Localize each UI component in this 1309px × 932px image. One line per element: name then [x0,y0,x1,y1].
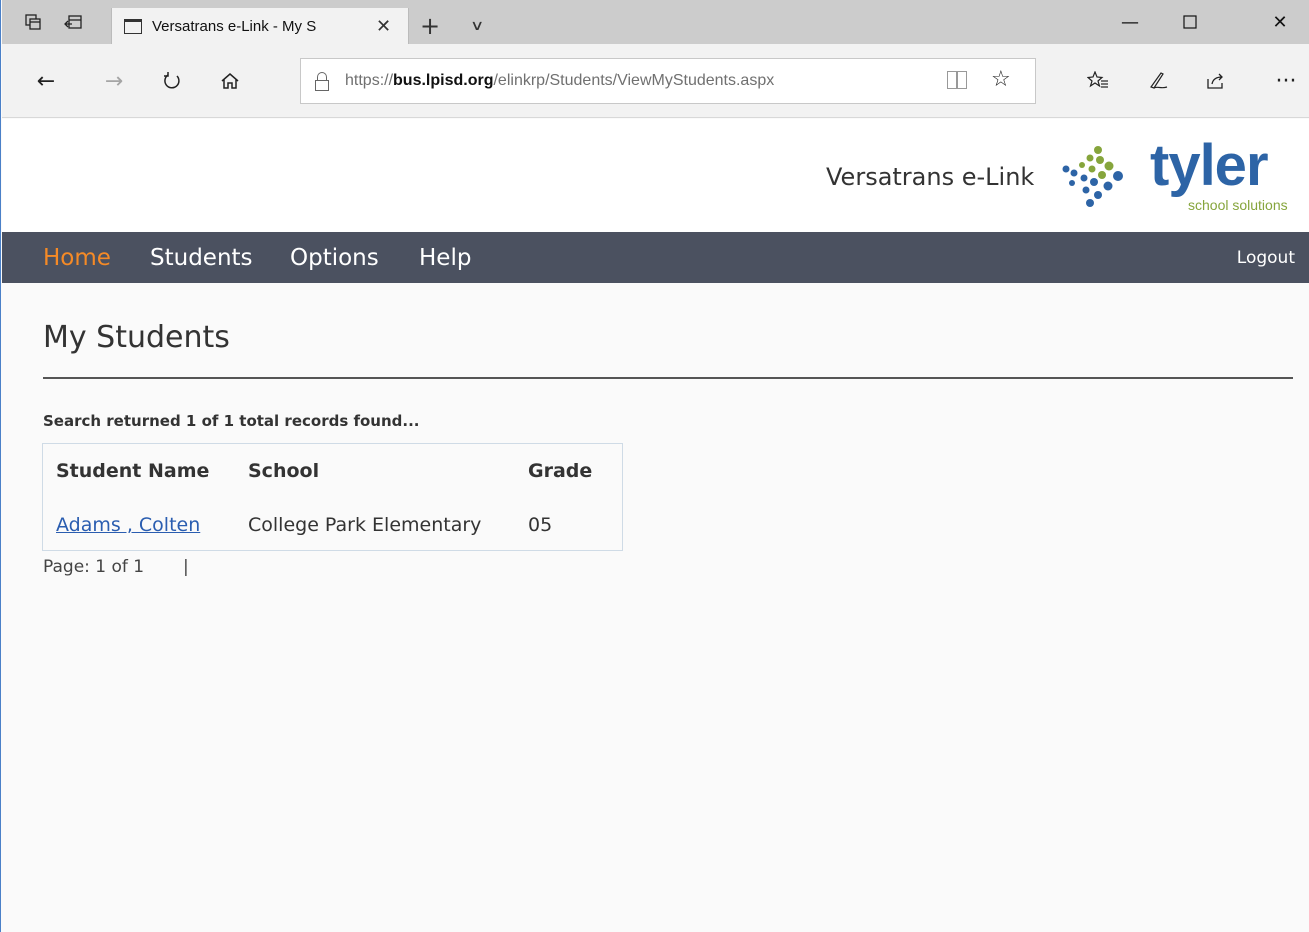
back-tabs-icon[interactable] [56,0,90,44]
close-icon[interactable]: ✕ [376,16,391,37]
back-arrow-icon[interactable]: ← [26,44,66,118]
site-header: Versatrans e-Link tyler school solutions [2,119,1309,232]
column-header-school[interactable]: School [248,460,319,482]
logout-link[interactable]: Logout [1237,232,1295,283]
window-close-icon[interactable]: ✕ [1250,0,1309,44]
title-divider [43,377,1293,379]
forward-arrow-icon[interactable]: → [94,44,134,118]
record-count: Search returned 1 of 1 total records fou… [43,412,420,430]
page-icon [124,18,142,34]
browser-window: Versatrans e-Link - My S ✕ + ∨ — ✕ ← → h… [0,0,1309,932]
refresh-icon[interactable] [152,44,192,118]
menu-help[interactable]: Help [419,232,471,283]
students-table: Student Name School Grade Adams , Colten… [42,443,623,551]
maximize-icon[interactable] [1160,0,1220,44]
reading-view-icon[interactable] [947,71,967,89]
share-icon[interactable] [1196,44,1236,118]
page-title: My Students [43,320,230,355]
new-tab-icon[interactable]: + [420,8,440,44]
more-icon[interactable]: ··· [1266,44,1306,118]
address-bar[interactable]: https://bus.lpisd.org/elinkrp/Students/V… [300,58,1036,104]
student-name-link[interactable]: Adams , Colten [56,514,200,536]
browser-tab[interactable]: Versatrans e-Link - My S ✕ [111,8,409,44]
school-cell: College Park Elementary [248,514,482,536]
tyler-logo-icon [1062,146,1123,207]
navigation-bar: ← → https://bus.lpisd.org/elinkrp/Studen… [2,44,1309,118]
favorites-icon[interactable] [1078,44,1118,118]
url-domain: bus.lpisd.org [393,72,494,89]
chevron-down-icon[interactable]: ∨ [470,8,484,44]
lock-icon [315,72,329,91]
pager: Page: 1 of 1 [43,557,145,577]
tab-actions-icon[interactable] [16,0,50,44]
brand-name: Versatrans e-Link [826,163,1035,191]
grade-cell: 05 [528,514,553,536]
main-menu: Home Students Options Help Logout [2,232,1309,283]
column-header-grade[interactable]: Grade [528,460,592,482]
pager-separator: | [183,557,189,577]
menu-home[interactable]: Home [43,232,111,283]
star-icon[interactable]: ☆ [991,67,1011,92]
menu-options[interactable]: Options [290,232,379,283]
logo-text: tyler [1150,133,1269,198]
url-text[interactable]: https://bus.lpisd.org/elinkrp/Students/V… [345,72,774,90]
title-bar: Versatrans e-Link - My S ✕ + ∨ — ✕ [2,0,1309,44]
logo-subtitle: school solutions [1188,197,1288,213]
menu-students[interactable]: Students [150,232,253,283]
pen-icon[interactable] [1138,44,1178,118]
column-header-student-name[interactable]: Student Name [56,460,209,482]
home-icon[interactable] [210,44,250,118]
minimize-icon[interactable]: — [1100,0,1160,44]
tab-title: Versatrans e-Link - My S [152,17,317,35]
